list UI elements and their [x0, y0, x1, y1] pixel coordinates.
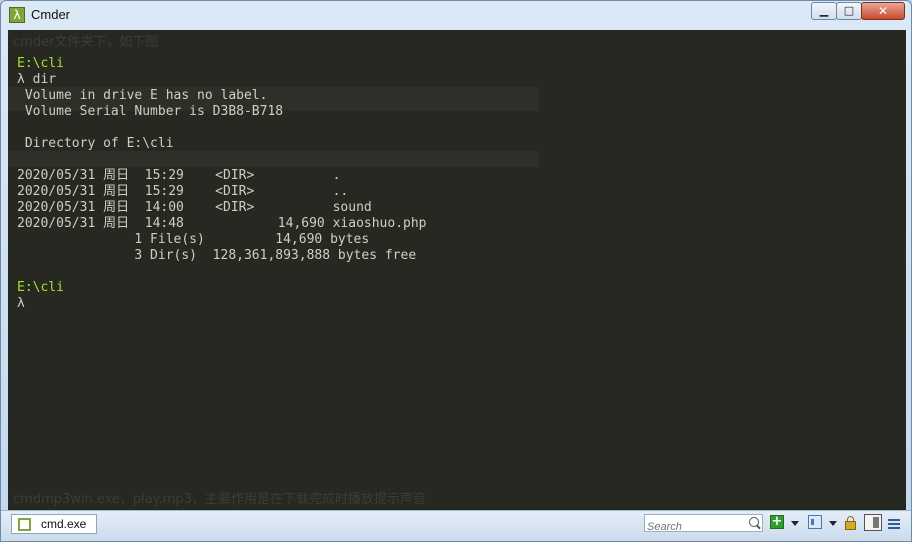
- search-box[interactable]: [644, 514, 763, 534]
- view-mode-dropdown-icon[interactable]: [829, 521, 837, 526]
- title-bar[interactable]: λ Cmder ▁ □ ✕: [1, 1, 911, 29]
- terminal-line: Volume Serial Number is D3B8-B718: [17, 104, 284, 119]
- terminal-line: 2020/05/31 周日 15:29 <DIR> ..: [17, 184, 349, 199]
- terminal-line: Directory of E:\cli: [17, 136, 174, 151]
- terminal-line: 3 Dir(s) 128,361,893,888 bytes free: [17, 248, 417, 263]
- terminal-line: 2020/05/31 周日 14:00 <DIR> sound: [17, 200, 372, 215]
- terminal-line: 1 File(s) 14,690 bytes: [17, 232, 370, 247]
- close-icon: ✕: [877, 4, 889, 18]
- search-icon[interactable]: [749, 517, 759, 527]
- split-panel-icon[interactable]: [864, 514, 882, 531]
- terminal-line: E:\cli: [17, 56, 64, 71]
- background-bleed-bottom: cmdmp3win.exe，play.mp3，主要作用是在下载完成时播放提示声音: [13, 492, 426, 507]
- minimize-button[interactable]: ▁: [811, 2, 837, 20]
- lock-icon[interactable]: [845, 516, 856, 530]
- console-tab-label: cmd.exe: [41, 517, 87, 531]
- cmder-lambda-icon: λ: [9, 7, 25, 23]
- terminal-line: 2020/05/31 周日 14:48 14,690 xiaoshuo.php: [17, 216, 427, 231]
- terminal-line: λ dir: [17, 72, 57, 87]
- view-mode-icon[interactable]: [808, 515, 822, 529]
- cmder-window: λ Cmder ▁ □ ✕ cmder文件夹下，如下图 cmdmp3win.ex…: [0, 0, 912, 542]
- minimize-icon: ▁: [819, 4, 829, 17]
- background-bleed-top: cmder文件夹下，如下图: [13, 35, 159, 50]
- window-controls: ▁ □ ✕: [811, 2, 905, 20]
- search-input[interactable]: [647, 520, 745, 534]
- console-icon: [18, 517, 31, 531]
- maximize-button[interactable]: □: [836, 2, 862, 20]
- terminal-line: λ: [17, 296, 25, 311]
- status-bar: cmd.exe +: [1, 510, 911, 541]
- new-console-dropdown-icon[interactable]: [791, 521, 799, 526]
- plus-icon: +: [771, 514, 783, 529]
- new-console-button[interactable]: +: [770, 515, 784, 529]
- terminal-console[interactable]: cmder文件夹下，如下图 cmdmp3win.exe，play.mp3，主要作…: [8, 30, 906, 510]
- terminal-line: E:\cli: [17, 280, 64, 295]
- terminal-line: 2020/05/31 周日 15:29 <DIR> .: [17, 168, 341, 183]
- close-button[interactable]: ✕: [861, 2, 905, 20]
- terminal-output: E:\cli λ dir Volume in drive E has no lab…: [17, 56, 427, 312]
- window-title: Cmder: [31, 7, 71, 22]
- terminal-line: Volume in drive E has no label.: [17, 88, 268, 103]
- console-tab[interactable]: cmd.exe: [11, 514, 97, 534]
- menu-icon[interactable]: [888, 519, 900, 529]
- maximize-icon: □: [843, 4, 855, 17]
